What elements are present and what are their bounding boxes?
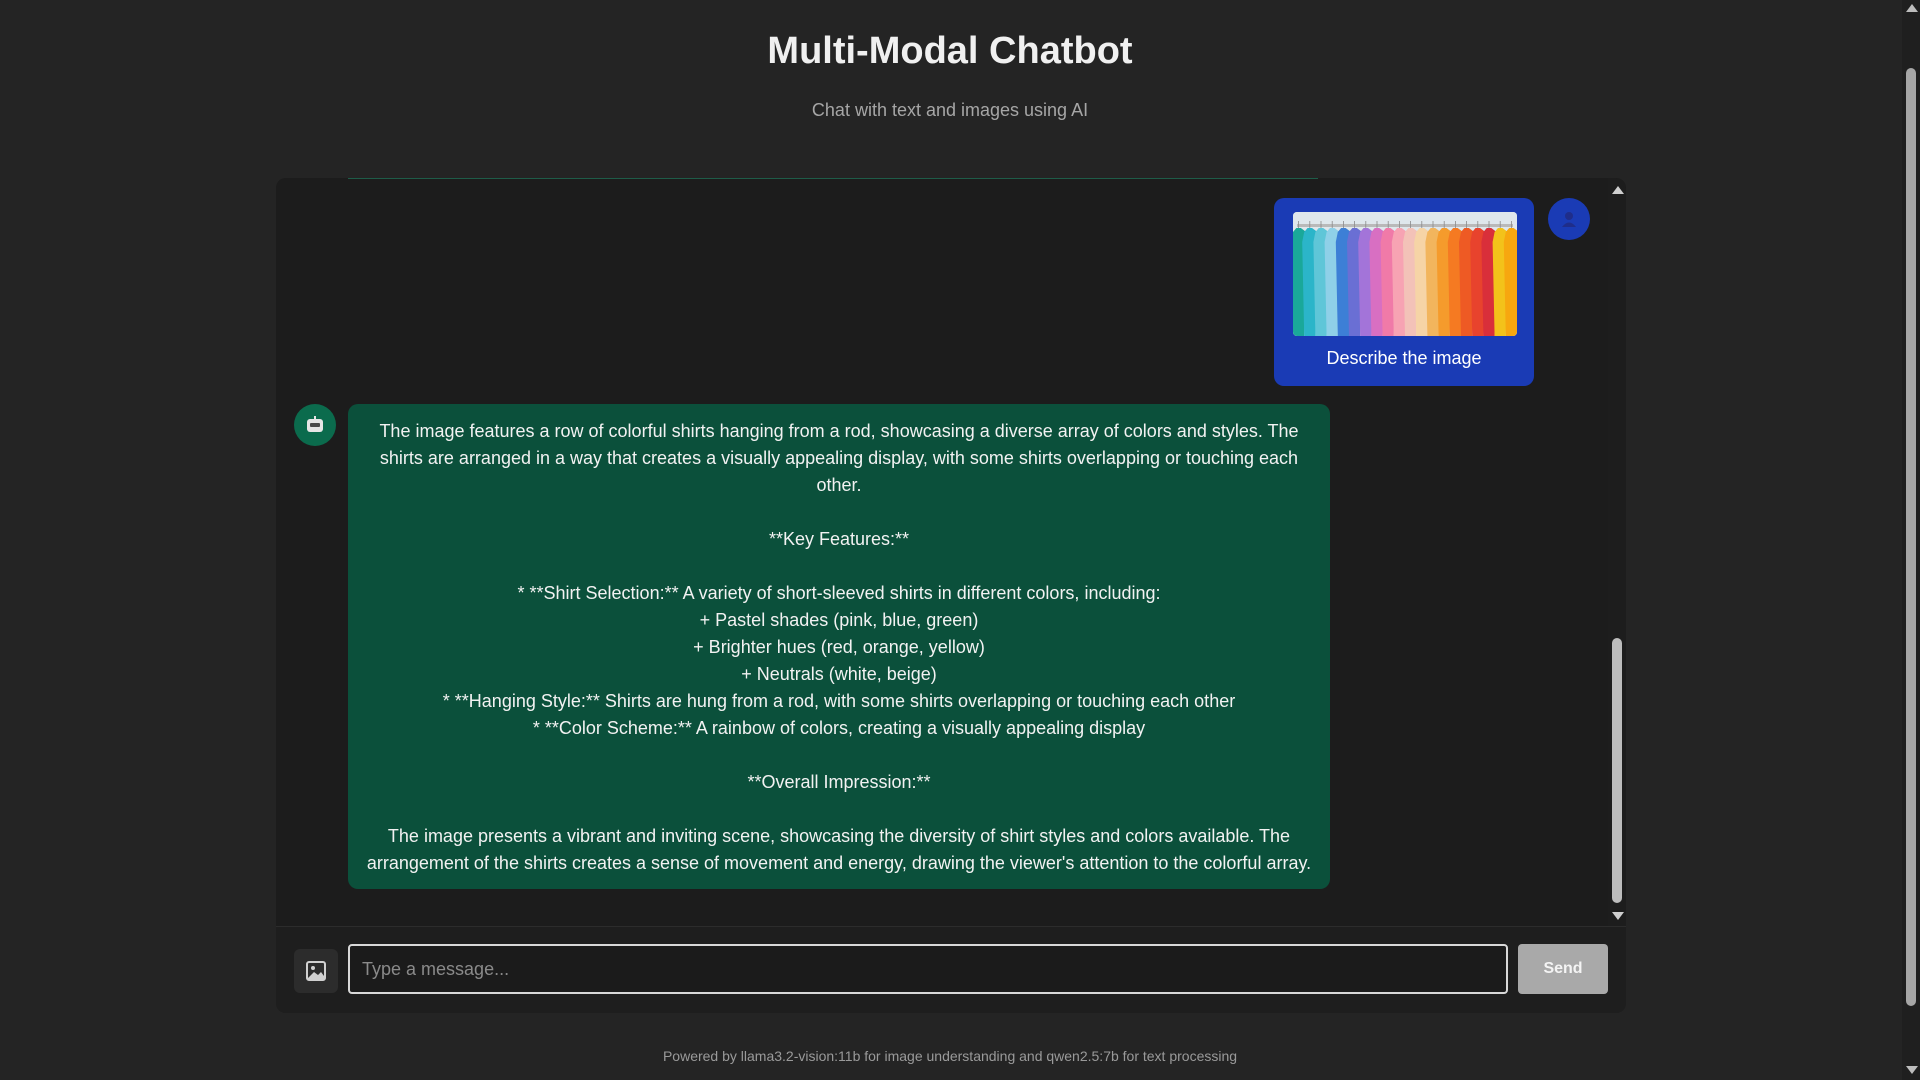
- assistant-text-line: The image features a row of colorful shi…: [379, 421, 1299, 441]
- assistant-text-line: * **Hanging Style:** Shirts are hung fro…: [442, 691, 1236, 711]
- page-title: Multi-Modal Chatbot: [767, 30, 1133, 72]
- message-list[interactable]: Describe the image The image features a …: [276, 178, 1608, 926]
- user-message-text: Describe the image: [1326, 348, 1482, 368]
- scroll-up-icon[interactable]: [1612, 186, 1624, 194]
- assistant-text-line: [362, 499, 1316, 526]
- assistant-text-line: **Overall Impression:**: [747, 772, 931, 792]
- image-upload-button[interactable]: [294, 949, 338, 993]
- scrollbar-thumb[interactable]: [1612, 638, 1622, 903]
- uploaded-image[interactable]: [1293, 212, 1517, 336]
- assistant-text-line: The image presents a vibrant and invitin…: [387, 826, 1291, 846]
- scroll-down-icon[interactable]: [1612, 912, 1624, 920]
- assistant-text-line: * **Shirt Selection:** A variety of shor…: [517, 583, 1161, 603]
- image-icon: [306, 961, 326, 981]
- assistant-text-line: + Pastel shades (pink, blue, green): [699, 610, 979, 630]
- assistant-text-line: + Brighter hues (red, orange, yellow): [693, 637, 985, 657]
- chat-panel: Describe the image The image features a …: [276, 178, 1626, 1013]
- assistant-avatar: [294, 404, 336, 446]
- assistant-message: The image features a row of colorful shi…: [348, 404, 1330, 889]
- page-scrollbar[interactable]: [1902, 0, 1920, 1080]
- scroll-up-icon[interactable]: [1906, 4, 1918, 12]
- assistant-text-line: other.: [816, 475, 862, 495]
- assistant-text-line: + Neutrals (white, beige): [741, 664, 937, 684]
- colorful-shirts-image: [1293, 212, 1517, 336]
- assistant-text-line: [362, 553, 1316, 580]
- assistant-text-line: **Key Features:**: [768, 529, 910, 549]
- divider: [348, 178, 1318, 179]
- assistant-text-line: [362, 742, 1316, 769]
- message-input[interactable]: [348, 944, 1508, 994]
- user-icon: [1562, 212, 1576, 227]
- assistant-text-line: shirts are arranged in a way that create…: [379, 448, 1299, 468]
- robot-icon: [307, 416, 323, 432]
- send-button[interactable]: Send: [1518, 944, 1608, 994]
- user-avatar: [1548, 198, 1590, 240]
- footer-text: Powered by llama3.2-vision:11b for image…: [662, 1048, 1238, 1064]
- scrollbar-thumb[interactable]: [1906, 68, 1916, 1006]
- chat-scrollbar[interactable]: [1608, 178, 1626, 926]
- composer: Send: [276, 926, 1626, 1013]
- scroll-down-icon[interactable]: [1906, 1066, 1918, 1074]
- assistant-text-line: arrangement of the shirts creates a sens…: [366, 853, 1312, 873]
- assistant-text-line: * **Color Scheme:** A rainbow of colors,…: [532, 718, 1146, 738]
- shirt-shape: [1503, 228, 1517, 336]
- assistant-text-line: [362, 796, 1316, 823]
- page-subtitle: Chat with text and images using AI: [811, 100, 1089, 120]
- user-message: Describe the image: [1274, 198, 1534, 386]
